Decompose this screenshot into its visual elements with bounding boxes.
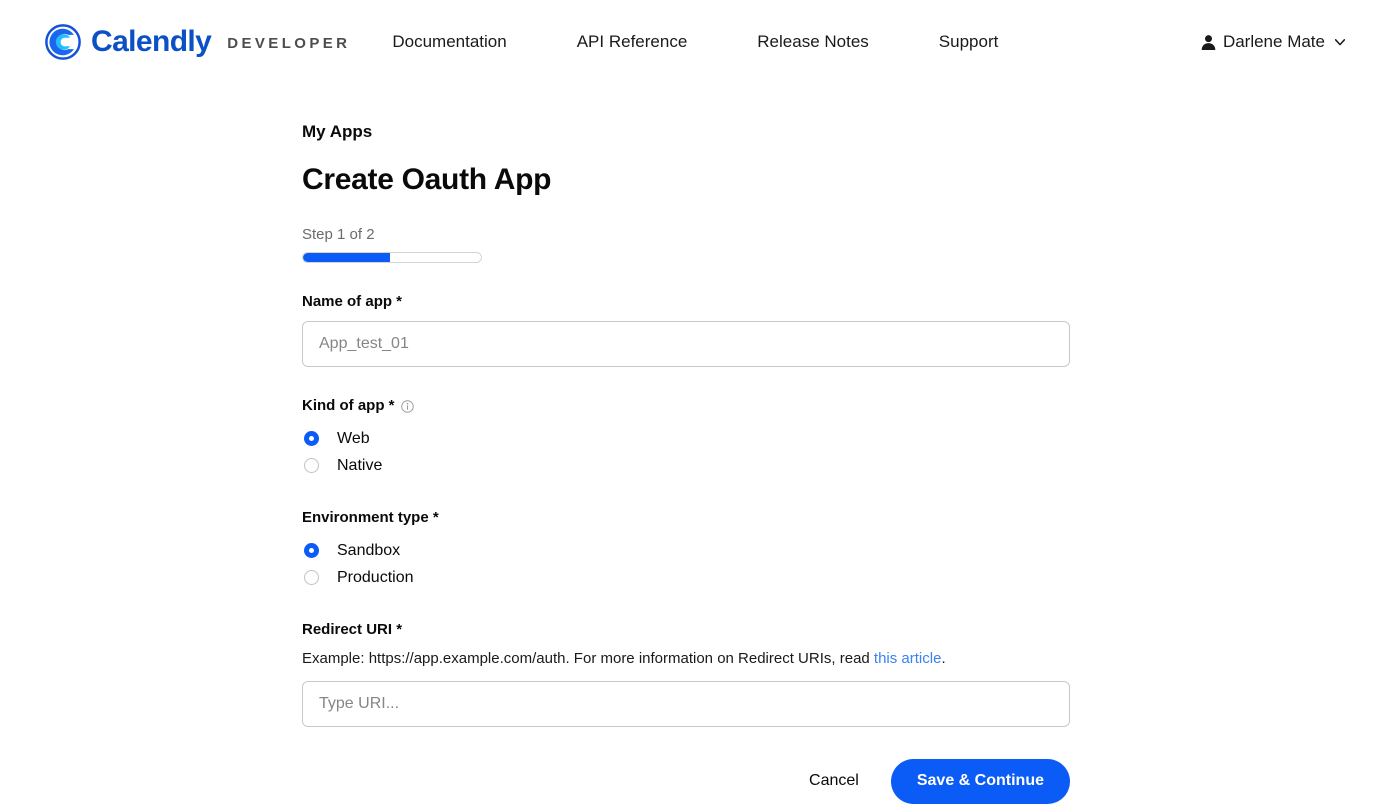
environment-type-radio-group: Sandbox Production: [302, 537, 1070, 591]
cancel-button[interactable]: Cancel: [795, 762, 873, 800]
save-and-continue-button[interactable]: Save & Continue: [890, 758, 1070, 804]
calendly-c-logo-icon: [45, 24, 81, 60]
field-environment-type: Environment type * Sandbox Production: [302, 509, 1070, 591]
radio-sandbox-label: Sandbox: [337, 541, 401, 559]
page-content: My Apps Create Oauth App Step 1 of 2 Nam…: [0, 84, 1395, 804]
site-header: Calendly DEVELOPER Documentation API Ref…: [0, 0, 1395, 84]
step-progress-fill: [303, 253, 391, 263]
step-progress-bar: [302, 252, 482, 264]
radio-production-label: Production: [337, 568, 414, 586]
kind-of-app-radio-group: Web Native: [302, 425, 1070, 479]
field-kind-of-app: Kind of app * Web Native: [302, 397, 1070, 479]
radio-option-native[interactable]: Native: [302, 452, 1070, 479]
radio-sandbox-control[interactable]: [304, 543, 319, 559]
radio-native-control[interactable]: [304, 458, 319, 474]
account-name: Darlene Mate: [1222, 32, 1325, 51]
radio-production-control[interactable]: [304, 570, 319, 586]
field-name-of-app: Name of app *: [302, 293, 1070, 368]
step-label: Step 1 of 2: [302, 226, 375, 244]
helper-suffix: .: [941, 650, 946, 668]
radio-web-control[interactable]: [304, 431, 319, 447]
radio-option-production[interactable]: Production: [302, 564, 1070, 591]
redirect-uri-input[interactable]: [302, 680, 1070, 727]
field-redirect-uri: Redirect URI * Example: https://app.exam…: [302, 621, 1070, 727]
nav-link-release-notes[interactable]: Release Notes: [757, 26, 869, 58]
nav-link-documentation[interactable]: Documentation: [392, 26, 506, 58]
account-menu[interactable]: Darlene Mate: [1200, 32, 1359, 52]
info-circle-icon[interactable]: [400, 400, 414, 413]
this-article-link[interactable]: this article: [874, 650, 942, 667]
nav-link-support[interactable]: Support: [939, 26, 999, 58]
label-environment-type: Environment type *: [302, 509, 439, 527]
page-title: Create Oauth App: [302, 163, 552, 197]
redirect-uri-helper-text: Example: https://app.example.com/auth. F…: [302, 649, 1070, 669]
chevron-down-icon: [1334, 39, 1346, 46]
label-kind-of-app: Kind of app *: [302, 397, 1070, 415]
radio-web-label: Web: [337, 429, 370, 447]
label-redirect-uri: Redirect URI *: [302, 621, 403, 639]
radio-native-label: Native: [337, 456, 383, 474]
helper-prefix: Example: https://app.example.com/auth. F…: [302, 650, 874, 668]
create-oauth-app-form: My Apps Create Oauth App Step 1 of 2 Nam…: [302, 122, 1070, 804]
brand-logo-link[interactable]: Calendly DEVELOPER: [44, 23, 350, 61]
person-icon: [1201, 34, 1216, 50]
brand-subtitle: DEVELOPER: [227, 34, 351, 52]
brand-name: Calendly: [91, 25, 212, 58]
form-actions: Cancel Save & Continue: [302, 758, 1070, 804]
main-navigation: Documentation API Reference Release Note…: [392, 26, 998, 58]
name-of-app-input[interactable]: [302, 321, 1070, 368]
breadcrumb: My Apps: [302, 122, 373, 141]
label-kind-of-app-text: Kind of app *: [302, 397, 395, 415]
label-name-of-app: Name of app *: [302, 293, 403, 311]
nav-link-api-reference[interactable]: API Reference: [577, 26, 688, 58]
step-indicator: Step 1 of 2: [302, 226, 1070, 264]
radio-option-web[interactable]: Web: [302, 425, 1070, 452]
radio-option-sandbox[interactable]: Sandbox: [302, 537, 1070, 564]
